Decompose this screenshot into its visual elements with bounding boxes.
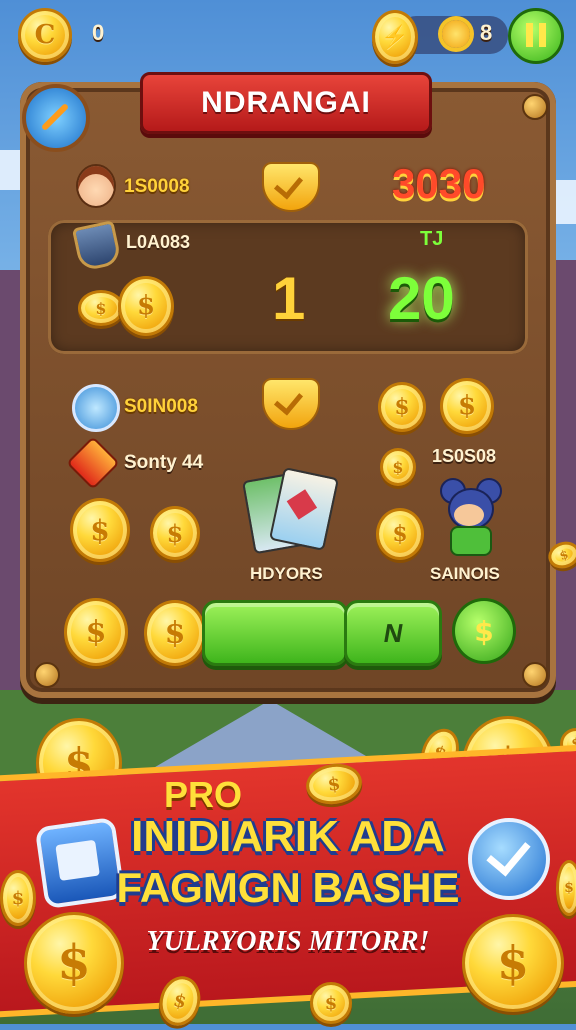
coin-icon: $	[556, 860, 576, 916]
pause-button[interactable]	[508, 8, 564, 64]
compass-button[interactable]	[22, 84, 90, 152]
coin-icon: C	[18, 8, 72, 62]
top-bar: C 0 ⚡ 8	[0, 0, 576, 70]
pro-label: PRO	[164, 774, 243, 815]
coin-icon: $	[150, 506, 200, 560]
lightning-coin-icon[interactable]: ⚡	[372, 10, 418, 64]
promo-line2: FAGMGN BASHE	[116, 864, 460, 911]
bolt	[34, 662, 60, 688]
promo-line1: INIDIARIK ADA	[131, 812, 445, 861]
panel-left-value: 1	[272, 265, 306, 332]
green-coin-button[interactable]: $	[452, 598, 516, 664]
coin-icon: $	[462, 914, 564, 1012]
play-button[interactable]	[202, 600, 348, 666]
coin-icon: $	[378, 382, 426, 432]
bolt	[522, 662, 548, 688]
sun-gem-icon	[442, 20, 470, 48]
coin-icon: $	[310, 982, 352, 1024]
player-avatar	[76, 164, 116, 208]
panel-label: L0A083	[126, 232, 191, 252]
action-button[interactable]: N	[344, 600, 442, 666]
coin-count: 0	[92, 20, 105, 45]
coin-icon: $	[440, 378, 494, 434]
row4-right-label: 1S0S08	[432, 446, 497, 466]
bolt	[522, 94, 548, 120]
coin-icon: $	[380, 448, 416, 486]
row1-label: 1S0008	[124, 176, 190, 197]
character-label: SAINOIS	[430, 564, 500, 583]
mouse-character-icon	[440, 478, 502, 556]
panel-tag: TJ	[420, 228, 444, 250]
row3-label: S0IN008	[124, 396, 198, 417]
compass-icon	[40, 102, 70, 132]
panel-right-value: 20	[388, 265, 455, 332]
action-button-label: N	[381, 617, 406, 648]
coin-icon: $	[24, 912, 124, 1014]
row4-label: Sonty 44	[124, 452, 204, 473]
coin-icon: $	[0, 870, 36, 926]
coin-icon: $	[118, 276, 174, 336]
gem-count: 8	[480, 20, 493, 45]
cards-label: HDYORS	[250, 564, 323, 583]
dollar-badge-icon	[72, 384, 120, 432]
pause-icon	[526, 23, 546, 47]
coin-icon: $	[376, 508, 424, 560]
coin-icon: $	[144, 600, 206, 666]
coin-icon: $	[64, 598, 128, 666]
board-title: NDRANGAI	[140, 72, 432, 134]
row1-score: 3030	[392, 160, 486, 207]
coin-icon: $	[70, 498, 130, 562]
